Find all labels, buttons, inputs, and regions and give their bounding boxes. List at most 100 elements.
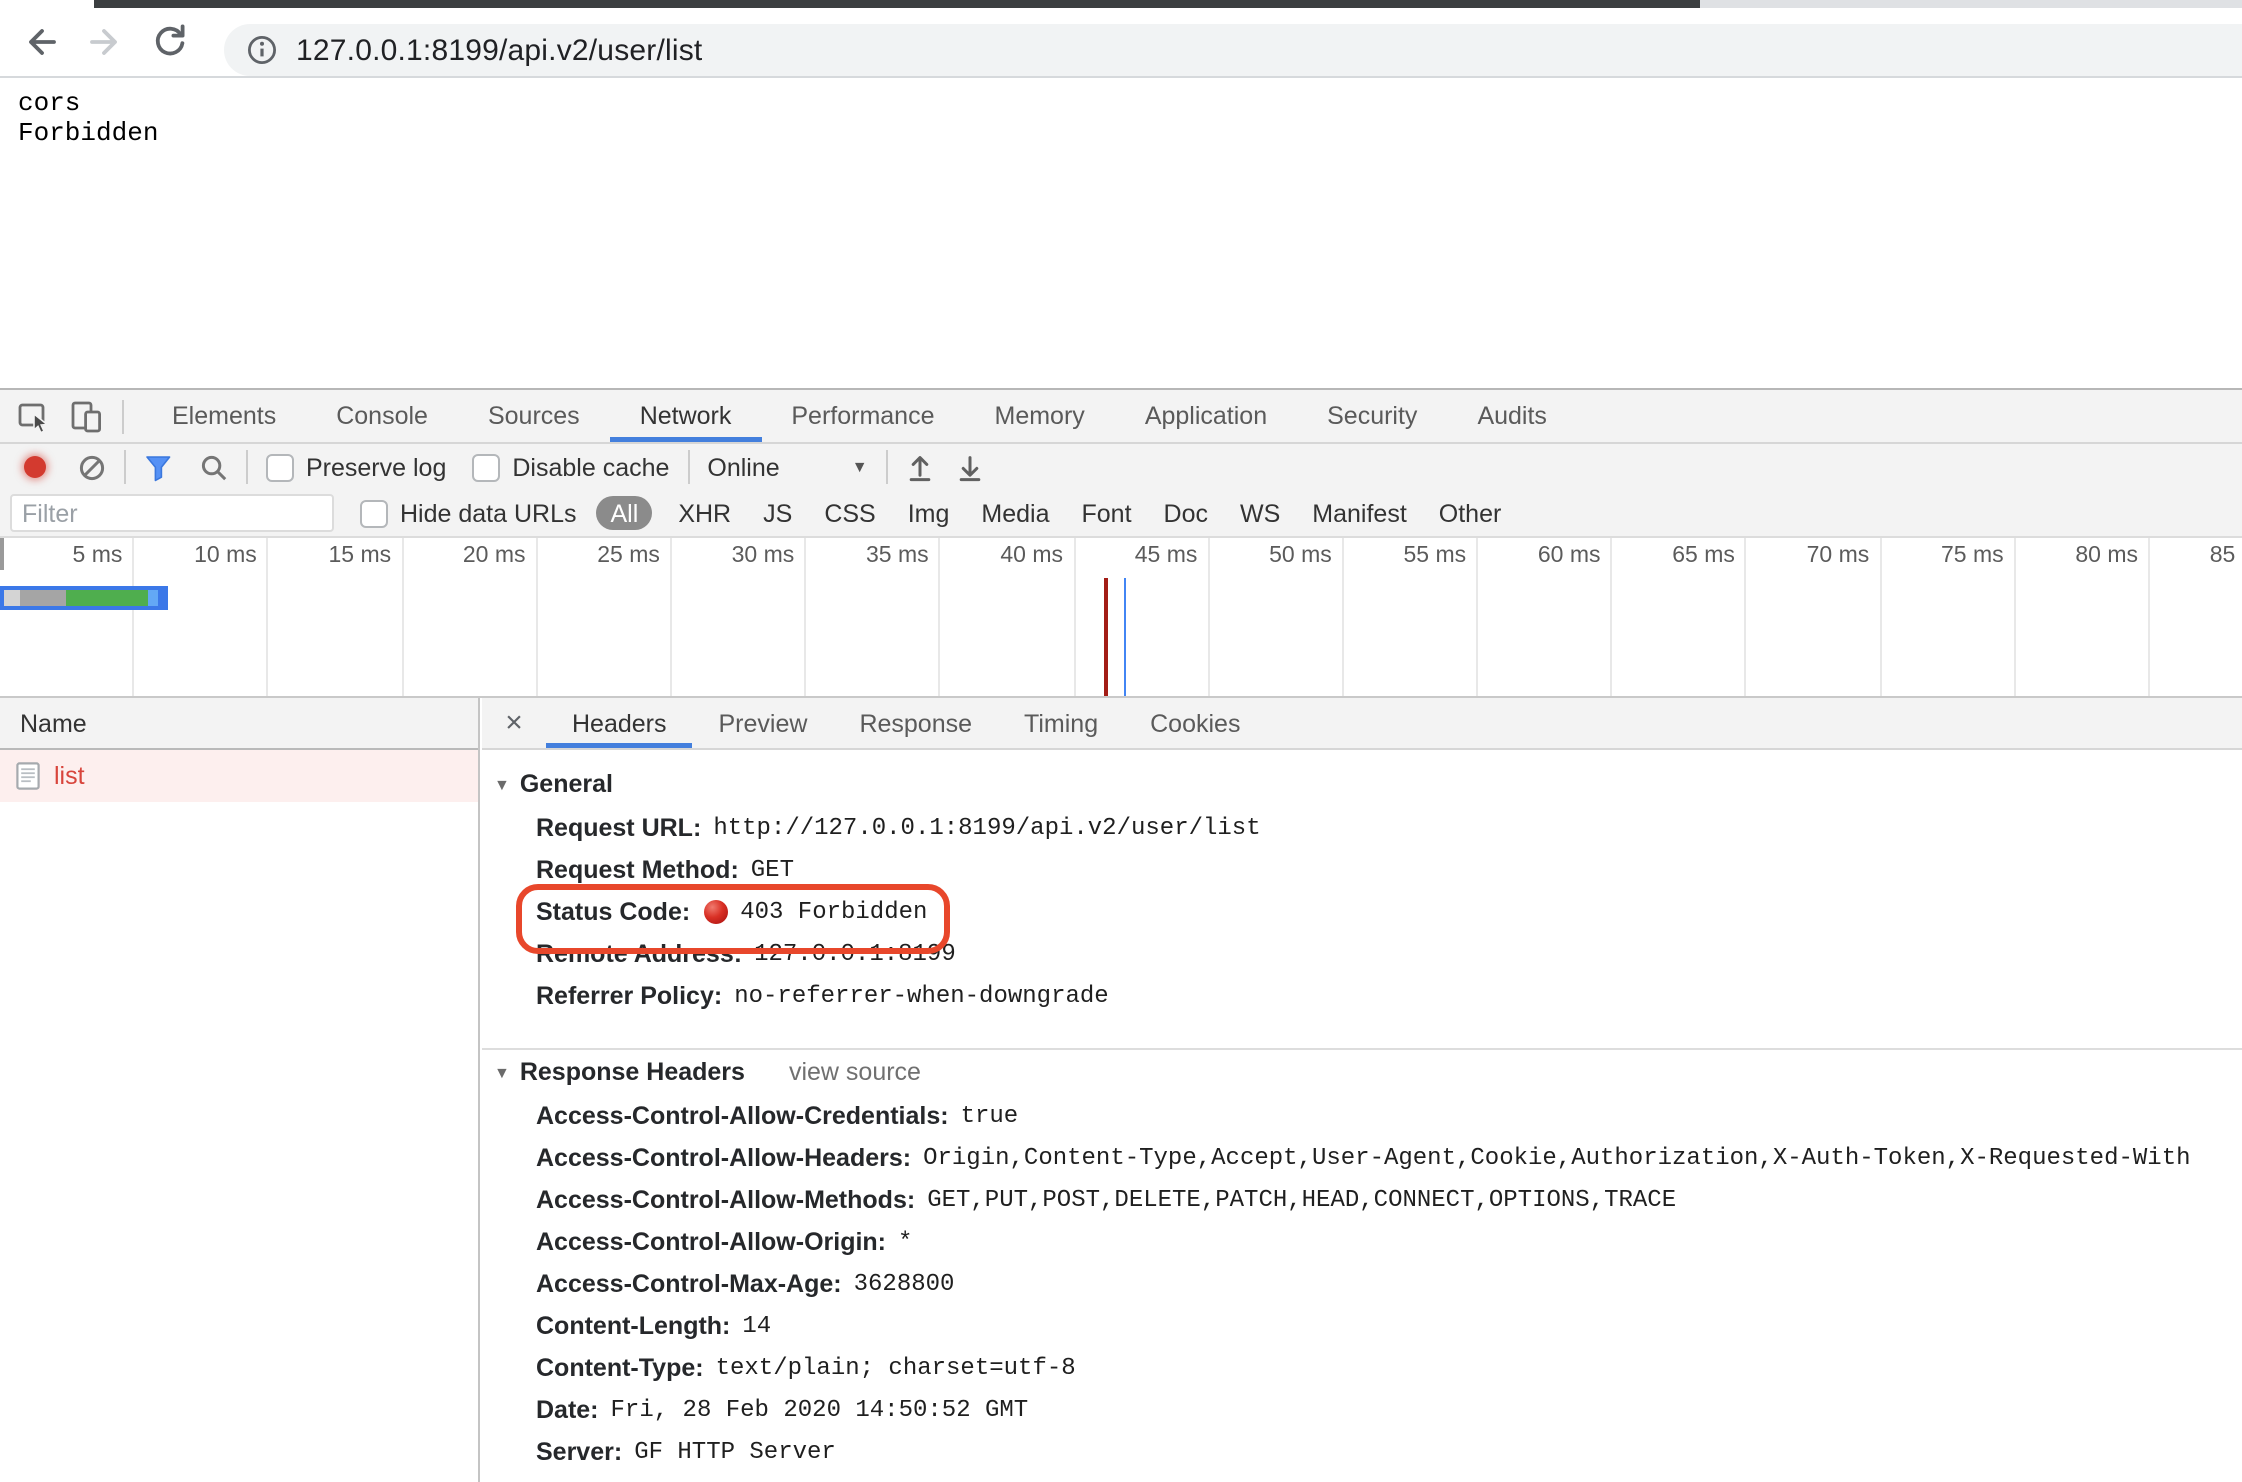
header-value: Origin,Content-Type,Accept,User-Agent,Co…: [923, 1143, 2190, 1171]
divider: [246, 450, 248, 484]
close-icon[interactable]: ×: [482, 698, 546, 748]
timeline-tick: 45 ms: [1075, 538, 1209, 696]
devtools-panel: Elements Console Sources Network: [0, 388, 2242, 1482]
hide-data-urls-toggle[interactable]: Hide data URLs: [360, 499, 577, 527]
devtools-tab[interactable]: Network: [610, 390, 762, 442]
general-section-header[interactable]: ▼ General: [494, 770, 2242, 798]
view-source-link[interactable]: view source: [789, 1058, 921, 1086]
response-body-text: cors Forbidden: [18, 87, 158, 149]
devtools-tab[interactable]: Console: [306, 390, 458, 442]
domcontentloaded-event-line: [1123, 578, 1126, 696]
reload-button[interactable]: [150, 22, 190, 62]
clear-icon[interactable]: [78, 453, 106, 481]
timeline-tick-label: 20 ms: [463, 544, 526, 568]
header-key: Server:: [536, 1437, 622, 1465]
header-key: Remote Address:: [536, 939, 742, 967]
response-headers-section-header[interactable]: ▼ Response Headers view source: [494, 1058, 2242, 1086]
request-details-tab-label: Preview: [719, 709, 808, 737]
import-har-icon[interactable]: [906, 453, 934, 481]
devtools-tabs: Elements Console Sources Network: [142, 390, 1577, 442]
timeline-tick: 15 ms: [269, 538, 403, 696]
load-event-line: [1104, 578, 1107, 696]
resource-type-filter[interactable]: Other: [1423, 499, 1518, 527]
timeline-tick: 25 ms: [538, 538, 672, 696]
resource-type-filter-label: Manifest: [1312, 499, 1407, 527]
address-bar[interactable]: 127.0.0.1:8199/api.v2/user/list: [224, 24, 2242, 76]
resource-type-filter[interactable]: Font: [1066, 499, 1148, 527]
throttling-select[interactable]: Online ▼: [707, 453, 867, 481]
response-headers-section-title: Response Headers: [520, 1058, 745, 1086]
site-info-icon[interactable]: [246, 34, 278, 66]
timeline-tick: 75 ms: [1881, 538, 2015, 696]
timeline-tick: 55 ms: [1344, 538, 1478, 696]
document-icon: [16, 762, 40, 790]
preserve-log-toggle[interactable]: Preserve log: [266, 453, 446, 481]
resource-type-filter[interactable]: JS: [747, 499, 808, 527]
divider: [886, 450, 888, 484]
network-overview-timeline: 5 ms 10 ms 15 ms 20 ms 25 ms: [0, 536, 2242, 698]
header-row: Request Method: GET: [482, 848, 2242, 890]
devtools-tab[interactable]: Memory: [965, 390, 1115, 442]
resource-type-filter[interactable]: Doc: [1148, 499, 1224, 527]
disable-cache-toggle[interactable]: Disable cache: [472, 453, 669, 481]
header-row: Request URL: http://127.0.0.1:8199/api.v…: [482, 806, 2242, 848]
resource-type-filter[interactable]: Media: [965, 499, 1065, 527]
devtools-tab[interactable]: Audits: [1447, 390, 1577, 442]
request-details-tab-label: Headers: [572, 709, 667, 737]
record-icon[interactable]: [24, 456, 46, 478]
header-value: no-referrer-when-downgrade: [734, 981, 1108, 1009]
filter-icon[interactable]: [144, 453, 172, 481]
devtools-tab-label: Security: [1327, 402, 1417, 430]
devtools-tab[interactable]: Security: [1297, 390, 1447, 442]
device-toolbar-icon[interactable]: [70, 399, 104, 433]
request-details-tabbar: × Headers Preview: [482, 698, 2242, 750]
resource-type-filter[interactable]: Img: [892, 499, 966, 527]
resource-type-filter[interactable]: WS: [1224, 499, 1296, 527]
devtools-tab[interactable]: Sources: [458, 390, 610, 442]
resource-type-filter[interactable]: All: [597, 496, 653, 530]
header-key: Date:: [536, 1395, 599, 1423]
timeline-tick: 50 ms: [1209, 538, 1343, 696]
search-icon[interactable]: [200, 453, 228, 481]
throttling-value: Online: [707, 453, 779, 481]
general-rows-after: Remote Address: 127.0.0.1:8199 Referrer …: [482, 932, 2242, 1016]
devtools-tab-label: Application: [1145, 402, 1267, 430]
request-row[interactable]: list: [0, 750, 478, 802]
filter-input[interactable]: [10, 494, 334, 532]
devtools-tab[interactable]: Performance: [761, 390, 964, 442]
timeline-tick: 85 ms: [2150, 538, 2242, 696]
header-key: Access-Control-Allow-Credentials:: [536, 1101, 949, 1129]
overview-waterfall-bar[interactable]: [0, 586, 168, 610]
header-row: Server: GF HTTP Server: [482, 1430, 2242, 1472]
requests-name-header[interactable]: Name: [0, 698, 478, 750]
resource-type-filter[interactable]: Manifest: [1296, 499, 1423, 527]
forward-button[interactable]: [84, 22, 124, 62]
status-code-value: 403 Forbidden: [740, 897, 927, 925]
timeline-tick: 30 ms: [672, 538, 806, 696]
waterfall-segment-download: [148, 590, 158, 606]
request-details-tab[interactable]: Response: [833, 698, 998, 748]
request-details-tab[interactable]: Timing: [998, 698, 1124, 748]
timeline-tick-label: 35 ms: [866, 544, 929, 568]
status-dot-icon: [704, 899, 728, 923]
back-button[interactable]: [22, 22, 62, 62]
timeline-tick: 65 ms: [1613, 538, 1747, 696]
network-filter-bar: Hide data URLs All XHR JS: [0, 490, 2242, 536]
header-key: Content-Length:: [536, 1311, 730, 1339]
inspect-element-icon[interactable]: [18, 399, 52, 433]
request-details-tab[interactable]: Cookies: [1124, 698, 1266, 748]
timeline-tick-label: 5 ms: [73, 544, 123, 568]
resource-type-filter[interactable]: XHR: [662, 499, 747, 527]
timeline-tick: 80 ms: [2016, 538, 2150, 696]
timeline-tick: 60 ms: [1478, 538, 1612, 696]
export-har-icon[interactable]: [956, 453, 984, 481]
page-content: cors Forbidden: [0, 79, 2242, 388]
request-details-tab[interactable]: Preview: [693, 698, 834, 748]
header-row: Access-Control-Allow-Methods: GET,PUT,PO…: [482, 1178, 2242, 1220]
hide-data-urls-label: Hide data URLs: [400, 499, 577, 527]
timeline-tick: 40 ms: [941, 538, 1075, 696]
resource-type-filter[interactable]: CSS: [808, 499, 891, 527]
request-details-tab[interactable]: Headers: [546, 698, 693, 748]
devtools-tab[interactable]: Elements: [142, 390, 306, 442]
devtools-tab[interactable]: Application: [1115, 390, 1297, 442]
